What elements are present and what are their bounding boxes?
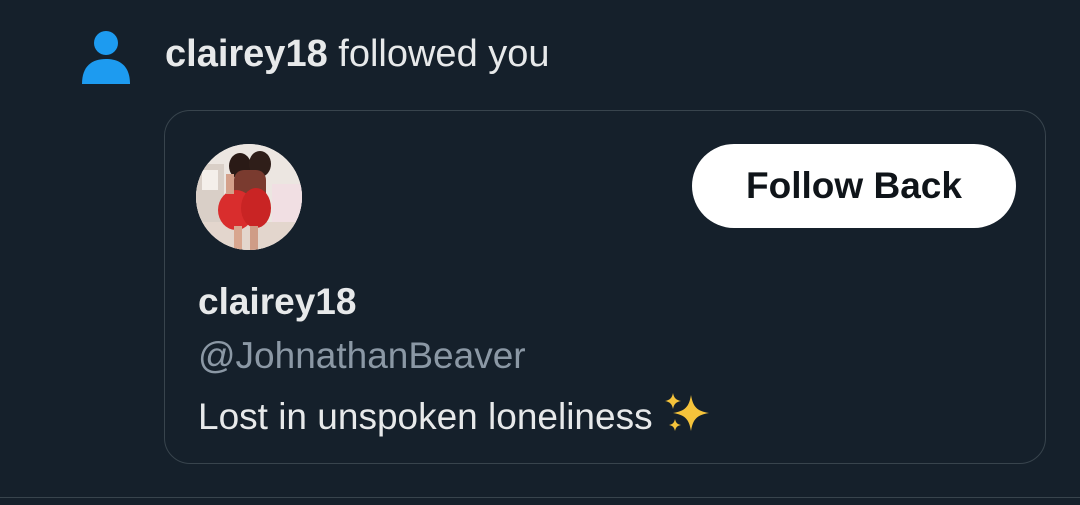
user-card[interactable]: Follow Back clairey18 @JohnathanBeaver L… bbox=[164, 110, 1046, 464]
display-name[interactable]: clairey18 bbox=[198, 279, 356, 325]
user-handle[interactable]: @JohnathanBeaver bbox=[198, 333, 526, 379]
notification-action: followed you bbox=[327, 33, 550, 75]
divider bbox=[0, 497, 1080, 498]
bio-text: Lost in unspoken loneliness bbox=[198, 396, 663, 437]
notification-text: clairey18 followed you bbox=[165, 28, 550, 80]
follow-back-button[interactable]: Follow Back bbox=[692, 144, 1016, 228]
user-bio: Lost in unspoken loneliness bbox=[198, 391, 711, 440]
notification-username[interactable]: clairey18 bbox=[165, 33, 328, 75]
person-icon bbox=[82, 31, 130, 84]
avatar[interactable] bbox=[196, 144, 302, 250]
sparkles-icon bbox=[664, 393, 709, 431]
avatar-photo bbox=[196, 144, 302, 250]
